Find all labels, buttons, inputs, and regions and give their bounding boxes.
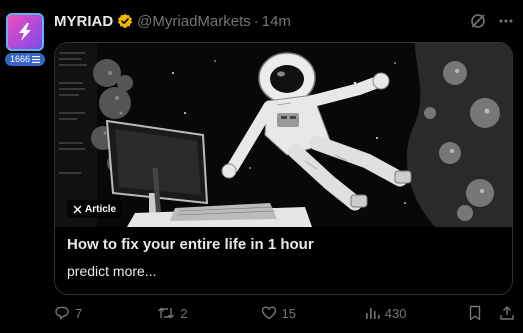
level-badge: 1666: [5, 53, 45, 66]
bookmark-icon[interactable]: [467, 305, 483, 321]
grok-icon[interactable]: [469, 12, 487, 30]
like-count: 15: [281, 305, 296, 321]
like-icon: [261, 306, 276, 320]
header-separator: ·: [253, 12, 259, 30]
reply-button[interactable]: 7: [54, 305, 157, 321]
reply-count: 7: [75, 305, 83, 321]
reply-icon: [55, 306, 69, 320]
more-options-icon[interactable]: [497, 12, 515, 30]
avatar-container[interactable]: 1666: [5, 13, 45, 66]
article-image: Article: [55, 43, 512, 227]
header-actions: [469, 12, 515, 30]
repost-button[interactable]: 2: [157, 305, 260, 321]
author-name[interactable]: MYRIAD: [54, 13, 113, 30]
level-badge-value: 1666: [9, 54, 31, 64]
avatar[interactable]: [6, 13, 44, 51]
verified-badge-icon[interactable]: [117, 13, 133, 29]
article-tag: Article: [67, 200, 123, 218]
views-count: 430: [384, 305, 407, 321]
article-card[interactable]: Article How to fix your entire life in 1…: [54, 42, 513, 295]
author-handle[interactable]: @MyriadMarkets: [137, 13, 251, 30]
views-button[interactable]: 430: [364, 305, 465, 321]
share-icon[interactable]: [499, 305, 515, 321]
repost-count: 2: [180, 305, 188, 321]
post-header: MYRIAD @MyriadMarkets · 14m: [54, 11, 515, 31]
myriad-logo-icon: [19, 23, 31, 41]
views-icon: [365, 308, 380, 319]
post-utility-actions: [467, 305, 515, 321]
astronaut-illustration: [55, 43, 512, 227]
article-title[interactable]: How to fix your entire life in 1 hour: [67, 236, 314, 253]
x-logo-icon: [73, 205, 82, 213]
menu-lines-icon: [32, 56, 41, 63]
article-tag-label: Article: [85, 203, 117, 215]
post-time[interactable]: 14m: [262, 13, 291, 30]
article-subtitle: predict more...: [67, 263, 157, 279]
repost-icon: [158, 307, 175, 319]
like-button[interactable]: 15: [261, 305, 364, 321]
post-actions-bar: 7 2 15 430: [54, 303, 515, 323]
